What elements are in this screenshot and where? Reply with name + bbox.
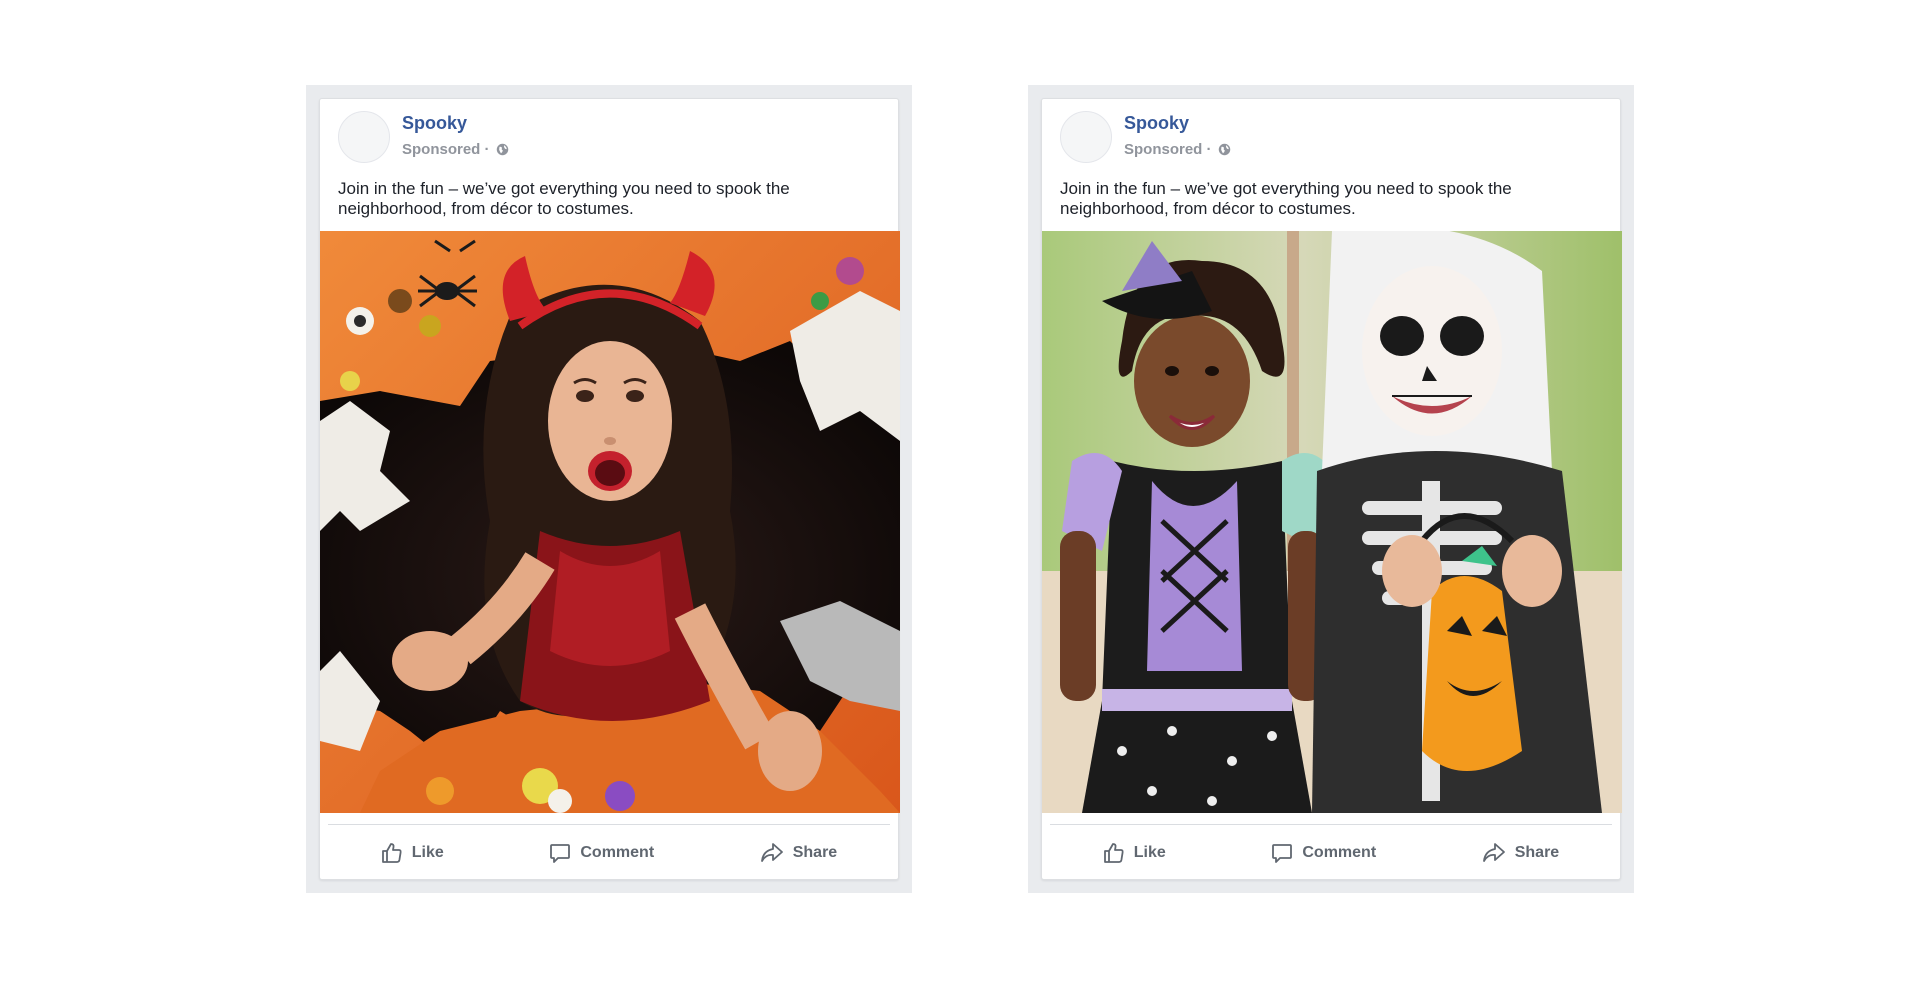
like-icon bbox=[381, 843, 402, 863]
devil-girl-photo-illustration bbox=[320, 231, 900, 813]
share-label: Share bbox=[792, 844, 838, 861]
share-button[interactable]: Share bbox=[1460, 836, 1581, 870]
page-avatar[interactable] bbox=[338, 111, 390, 163]
comment-button[interactable]: Comment bbox=[1249, 836, 1398, 870]
comment-label: Comment bbox=[580, 844, 655, 861]
sponsored-label[interactable]: Sponsored · bbox=[1124, 141, 1212, 158]
comment-label: Comment bbox=[1302, 844, 1377, 861]
ad-preview-frame-2: Spooky Sponsored · Join in the fun – we’… bbox=[1028, 85, 1634, 893]
post-actions: Like Comment Share bbox=[1050, 827, 1612, 879]
share-label: Share bbox=[1514, 844, 1560, 861]
like-label: Like bbox=[411, 844, 444, 861]
sponsored-label[interactable]: Sponsored · bbox=[402, 141, 490, 158]
post-header: Spooky Sponsored · bbox=[1060, 111, 1602, 167]
share-icon bbox=[1482, 843, 1505, 862]
action-divider bbox=[328, 824, 890, 825]
witch-skeleton-photo-illustration bbox=[1042, 231, 1622, 813]
page-name-link[interactable]: Spooky bbox=[402, 113, 467, 134]
page-avatar[interactable] bbox=[1060, 111, 1112, 163]
action-divider bbox=[1050, 824, 1612, 825]
post-meta: Sponsored · bbox=[402, 141, 509, 158]
like-label: Like bbox=[1133, 844, 1166, 861]
facebook-post-1: Spooky Sponsored · Join in the fun – we’… bbox=[319, 98, 900, 880]
facebook-post-2: Spooky Sponsored · Join in the fun – we’… bbox=[1041, 98, 1622, 880]
post-body-text: Join in the fun – we’ve got everything y… bbox=[1060, 179, 1512, 218]
post-photo-witch-and-skeleton-kids[interactable] bbox=[1042, 231, 1622, 813]
share-icon bbox=[760, 843, 783, 862]
post-body-text: Join in the fun – we’ve got everything y… bbox=[338, 179, 790, 218]
post-photo-devil-girl[interactable] bbox=[320, 231, 900, 813]
like-button[interactable]: Like bbox=[359, 836, 466, 870]
page-name-link[interactable]: Spooky bbox=[1124, 113, 1189, 134]
comment-button[interactable]: Comment bbox=[527, 836, 676, 870]
globe-icon bbox=[1218, 143, 1230, 156]
post-actions: Like Comment Share bbox=[328, 827, 890, 879]
comment-icon bbox=[1272, 844, 1293, 863]
ad-preview-frame-1: Spooky Sponsored · Join in the fun – we’… bbox=[306, 85, 912, 893]
like-button[interactable]: Like bbox=[1081, 836, 1188, 870]
like-icon bbox=[1103, 843, 1124, 863]
post-meta: Sponsored · bbox=[1124, 141, 1231, 158]
post-header: Spooky Sponsored · bbox=[338, 111, 880, 167]
globe-icon bbox=[496, 143, 508, 156]
share-button[interactable]: Share bbox=[738, 836, 859, 870]
comment-icon bbox=[550, 844, 571, 863]
